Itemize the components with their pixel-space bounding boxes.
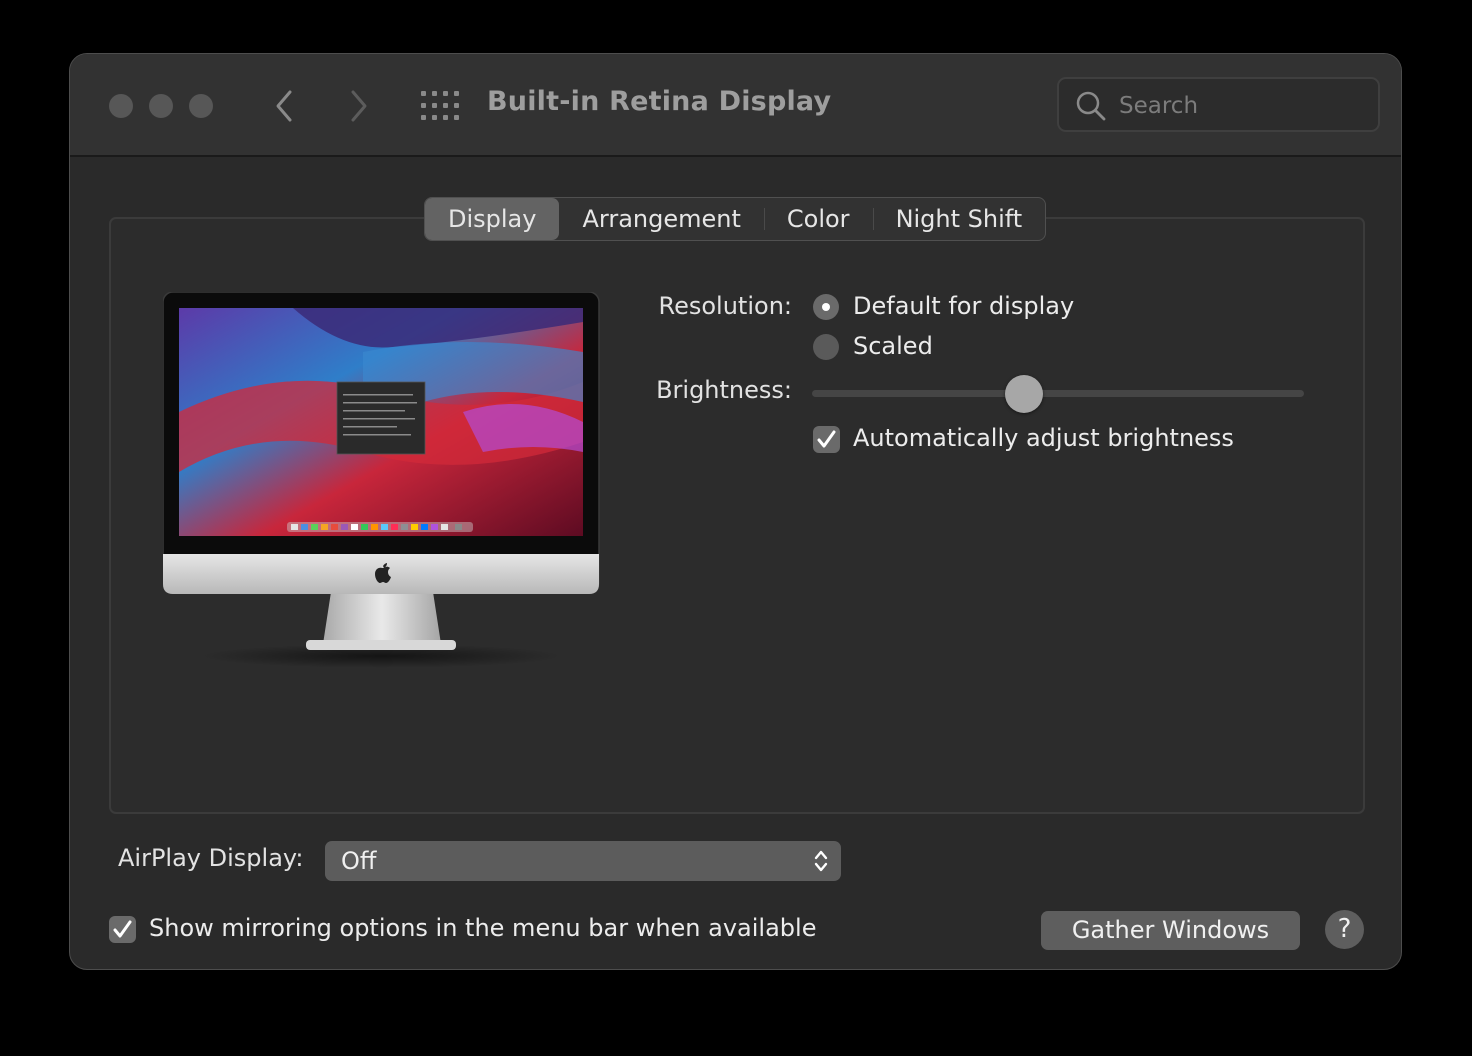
minimize-button[interactable]	[149, 94, 173, 118]
resolution-label: Resolution:	[658, 292, 793, 320]
airplay-display-select[interactable]: Off	[325, 841, 841, 881]
search-field[interactable]	[1057, 77, 1380, 132]
brightness-slider-knob[interactable]	[1004, 375, 1043, 413]
system-preferences-window: Built-in Retina Display Display Arrangem…	[69, 53, 1402, 970]
auto-brightness-label[interactable]: Automatically adjust brightness	[853, 424, 1234, 452]
radio-default-for-display[interactable]	[813, 294, 839, 320]
title-bar: Built-in Retina Display	[70, 54, 1401, 157]
auto-brightness-checkbox[interactable]	[813, 426, 840, 453]
gather-windows-button[interactable]: Gather Windows	[1041, 911, 1300, 950]
airplay-display-value: Off	[341, 847, 377, 875]
checkmark-icon	[113, 920, 132, 938]
back-button[interactable]	[269, 86, 301, 126]
zoom-button[interactable]	[189, 94, 213, 118]
show-all-grid-icon	[421, 91, 459, 120]
search-input[interactable]	[1117, 88, 1361, 124]
airplay-display-label: AirPlay Display:	[118, 844, 304, 872]
radio-default-label[interactable]: Default for display	[853, 292, 1074, 320]
chevron-left-icon	[276, 90, 292, 122]
tab-arrangement[interactable]: Arrangement	[559, 198, 763, 240]
window-title: Built-in Retina Display	[487, 86, 832, 117]
tab-bar: Display Arrangement Color Night Shift	[424, 197, 1047, 241]
tab-night-shift[interactable]: Night Shift	[872, 198, 1046, 240]
search-icon	[1076, 91, 1106, 121]
brightness-label: Brightness:	[656, 376, 792, 404]
radio-scaled-label[interactable]: Scaled	[853, 332, 933, 360]
close-button[interactable]	[109, 94, 133, 118]
checkmark-icon	[817, 430, 836, 448]
show-mirroring-checkbox[interactable]	[109, 916, 136, 943]
show-mirroring-label[interactable]: Show mirroring options in the menu bar w…	[149, 914, 816, 942]
forward-button[interactable]	[342, 86, 374, 126]
chevron-right-icon	[351, 90, 367, 122]
show-all-button[interactable]	[421, 91, 459, 121]
brightness-slider[interactable]	[812, 390, 1304, 397]
up-down-chevron-icon	[814, 850, 828, 872]
tab-color[interactable]: Color	[763, 198, 873, 240]
help-button[interactable]: ?	[1325, 910, 1364, 949]
tab-display[interactable]: Display	[425, 198, 560, 240]
imac-display-illustration	[163, 292, 600, 668]
radio-scaled[interactable]	[813, 334, 839, 360]
